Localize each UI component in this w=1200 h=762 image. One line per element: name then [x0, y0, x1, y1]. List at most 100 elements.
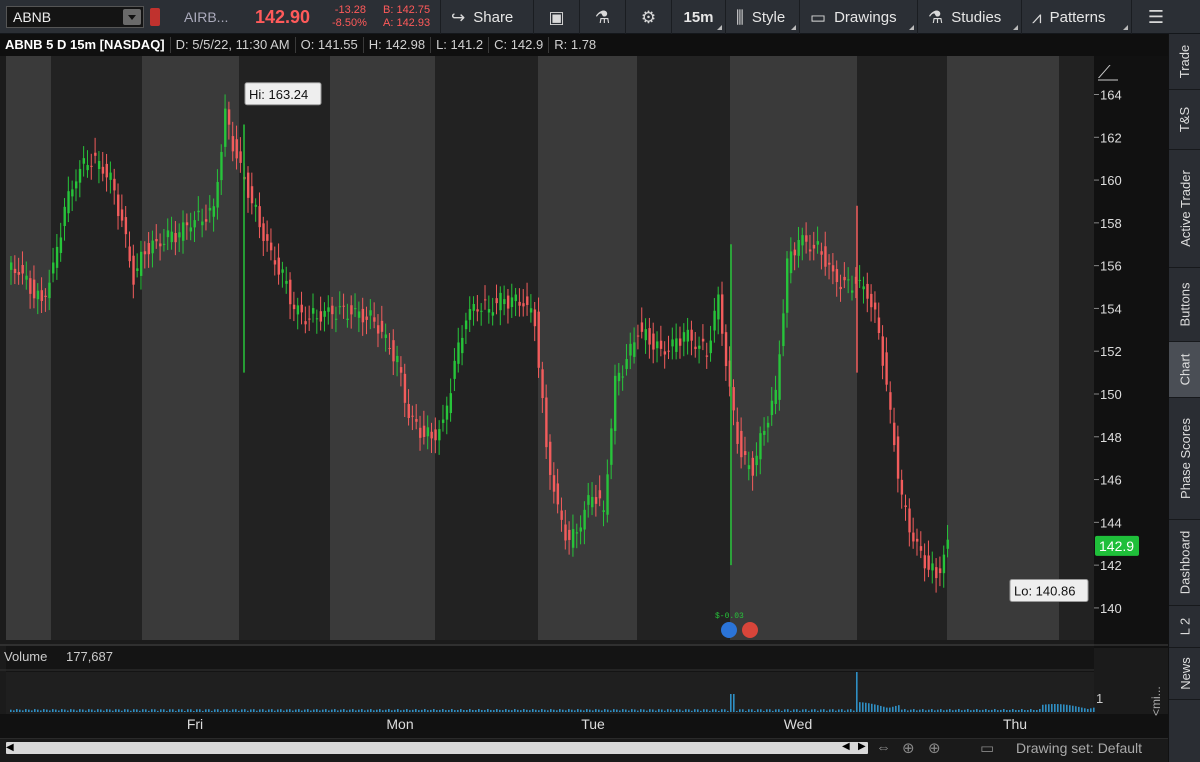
- volume-bar: [964, 709, 966, 712]
- symbol-dropdown-button[interactable]: [123, 9, 141, 25]
- candle-body: [250, 186, 254, 204]
- timeframe-button[interactable]: 15m: [672, 0, 726, 34]
- scroll-right-icon[interactable]: ▶: [858, 741, 866, 752]
- style-label: Style: [751, 8, 786, 26]
- flask-button[interactable]: ⚗: [580, 0, 626, 34]
- volume-bar: [73, 709, 75, 712]
- candle-body: [32, 279, 36, 299]
- drawing-set-label[interactable]: Drawing set: Default: [1016, 740, 1142, 756]
- crosshair-icon[interactable]: ⊕: [902, 739, 915, 757]
- volume-bar: [706, 709, 708, 712]
- volume-bar: [43, 709, 45, 712]
- candle-body: [671, 339, 674, 347]
- change-percent: -8.50%: [332, 17, 367, 29]
- volume-bar: [529, 710, 531, 712]
- volume-bar: [22, 710, 24, 712]
- volume-bar: [298, 709, 300, 712]
- candle-body: [247, 172, 250, 198]
- candle-body: [170, 231, 173, 243]
- price-tick-label: 150: [1100, 387, 1122, 402]
- candle-body: [831, 265, 835, 272]
- candle-body: [29, 278, 32, 294]
- snapshot-button[interactable]: ▣: [534, 0, 580, 34]
- sidepanel-tab-buttons[interactable]: Buttons: [1169, 268, 1200, 342]
- volume-bar: [433, 709, 435, 712]
- volume-bar: [319, 710, 321, 712]
- volume-value: 177,687: [66, 649, 113, 664]
- volume-bar: [970, 710, 972, 712]
- sidepanel-tab-chart[interactable]: Chart: [1169, 342, 1200, 398]
- volume-bar: [811, 709, 813, 712]
- volume-bar: [598, 709, 600, 712]
- volume-bar: [136, 709, 138, 712]
- volume-bar: [994, 709, 996, 712]
- volume-bar: [220, 710, 222, 712]
- volume-bar: [325, 709, 327, 712]
- volume-bar: [901, 709, 903, 712]
- settings-button[interactable]: ⚙: [626, 0, 672, 34]
- share-button[interactable]: ↪ Share: [440, 0, 534, 34]
- volume-bar: [1060, 704, 1062, 712]
- sidepanel-tab-active-trader[interactable]: Active Trader: [1169, 150, 1200, 268]
- volume-bar: [919, 709, 921, 712]
- scroll-left-small-icon[interactable]: ◀: [842, 741, 850, 752]
- volume-bar: [868, 703, 870, 712]
- volume-bar: [379, 709, 381, 712]
- chart-title[interactable]: ABNB 5 D 15m [NASDAQ]: [0, 37, 171, 53]
- time-tick-label: Wed: [784, 716, 813, 732]
- sidepanel-tab-t-s[interactable]: T&S: [1169, 90, 1200, 150]
- price-chart[interactable]: 140 142 144 146 148 150 152 154 156 158 160 162 164 ⟋…: [0, 56, 1168, 738]
- volume-bar: [757, 709, 759, 712]
- volume-bar: [385, 709, 387, 712]
- sidepanel-tab-phase-scores[interactable]: Phase Scores: [1169, 398, 1200, 520]
- volume-bar: [97, 709, 99, 712]
- volume-bar: [130, 710, 132, 712]
- style-button[interactable]: ⫼ Style: [726, 0, 800, 34]
- volume-bar: [451, 709, 453, 712]
- candle-body: [514, 294, 517, 302]
- conference-call-icon: [742, 622, 758, 638]
- candle-body: [52, 262, 55, 274]
- volume-bar: [514, 709, 516, 712]
- candle-body: [912, 532, 915, 542]
- drawings-button[interactable]: ▭ Drawings: [800, 0, 918, 34]
- sidepanel-tab-news[interactable]: News: [1169, 648, 1200, 700]
- symbol-input[interactable]: ABNB: [6, 6, 144, 28]
- candle-body: [426, 427, 430, 437]
- studies-button[interactable]: ⚗ Studies: [918, 0, 1022, 34]
- candle-body: [48, 282, 51, 299]
- volume-bar: [79, 709, 81, 712]
- horizontal-scrollbar[interactable]: [6, 742, 868, 754]
- volume-bar: [304, 709, 306, 712]
- volume-bar: [40, 710, 42, 712]
- zoom-arrows-icon[interactable]: ⇔: [876, 739, 891, 756]
- patterns-button[interactable]: ⩘ Patterns: [1022, 0, 1132, 34]
- sidepanel-tab-dashboard[interactable]: Dashboard: [1169, 520, 1200, 606]
- sidepanel-tab-l-2[interactable]: L 2: [1169, 606, 1200, 648]
- candle-body: [644, 329, 647, 341]
- linking-color-icon[interactable]: [150, 8, 160, 26]
- candle-body: [656, 341, 659, 349]
- volume-bar: [1051, 704, 1053, 712]
- volume-bar: [688, 709, 690, 712]
- volume-bar: [13, 710, 15, 712]
- volume-bar: [442, 709, 444, 712]
- candle-body: [189, 227, 193, 232]
- menu-button[interactable]: ☰: [1132, 0, 1180, 34]
- volume-bar: [436, 710, 438, 712]
- candle-body: [178, 232, 181, 238]
- candle-body: [675, 338, 678, 352]
- volume-bar: [751, 709, 753, 712]
- scroll-left-arrow-icon[interactable]: ◀: [6, 742, 14, 753]
- volume-bar: [292, 710, 294, 712]
- candle-body: [816, 241, 819, 245]
- sidepanel-tab-trade[interactable]: Trade: [1169, 34, 1200, 90]
- volume-bar: [922, 709, 924, 712]
- volume-bar: [775, 709, 777, 712]
- volume-bar: [490, 709, 492, 712]
- candle-body: [350, 305, 353, 315]
- candle-body: [266, 234, 269, 241]
- candle-body: [235, 139, 238, 159]
- magnifier-icon[interactable]: ⊕: [928, 739, 941, 757]
- drawing-set-icon[interactable]: ▭: [980, 739, 994, 757]
